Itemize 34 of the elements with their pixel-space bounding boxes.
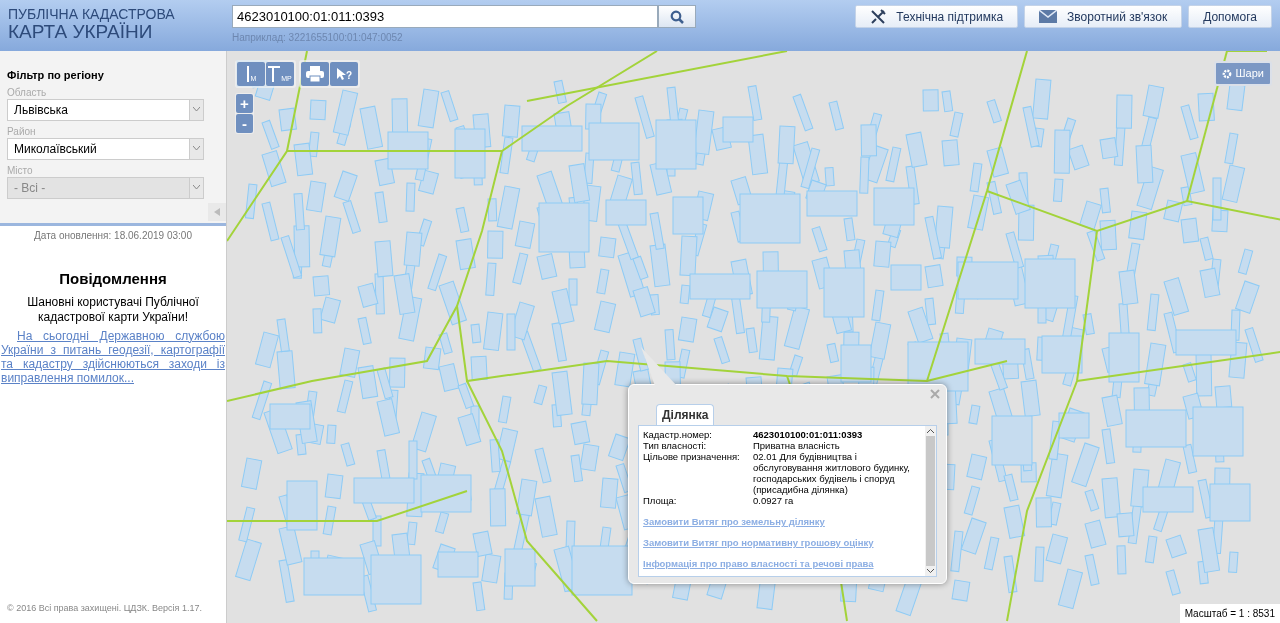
field-label: Місто <box>7 163 34 177</box>
field-label: Область <box>7 85 48 99</box>
region-select[interactable]: Миколаївський <box>7 137 204 160</box>
property-label: Кадастр.номер: <box>643 429 713 440</box>
update-date: Дата оновлення: 18.06.2019 03:00 <box>33 229 193 243</box>
map-scale: Масштаб = 1 : 8531 <box>1179 604 1280 623</box>
property-value: 02.01 Для будівництва і обслуговування житлового будинку, господарських будівель і споруд (присадибна ділянка) <box>753 451 911 495</box>
notice-greeting: Шановні користувачі Публічної кадастрової карти України! <box>26 294 200 325</box>
popup-tab[interactable]: Ділянка <box>656 404 715 425</box>
header-button[interactable]: Допомога <box>1188 5 1272 28</box>
property-label: Площа: <box>643 495 678 506</box>
extract-link[interactable]: Інформація про право власності та речові права <box>643 558 921 569</box>
zoom-button[interactable]: - <box>236 114 253 133</box>
notice-link[interactable]: На сьогодні Державною службою України з питань геодезії, картографії та кадастру здійснюються заходи із виправлення помилок... <box>0 328 226 385</box>
property-value: 4623010100:01:011:0393 <box>753 429 864 440</box>
field-label: Район <box>7 124 37 138</box>
property-label: Цільове призначення: <box>643 451 741 464</box>
copyright-text: © 2016 Всі права захищені. ЦДЗК. Версія 1.17. <box>6 603 203 614</box>
site-title: КАРТА УКРАЇНИ <box>8 22 153 42</box>
header-button[interactable]: Технічна підтримка <box>855 5 1019 28</box>
zoom-button[interactable]: + <box>236 94 253 113</box>
header-button[interactable]: Зворотний зв'язок <box>1024 5 1183 28</box>
property-value: 0.0927 га <box>753 495 795 506</box>
extract-link[interactable]: Замовити Витяг про нормативну грошову оцінку <box>643 537 921 548</box>
property-label: Тип власності: <box>643 440 708 451</box>
search-field[interactable]: 4623010100:01:011:0393 <box>232 5 658 28</box>
property-value: Приватна власність <box>753 440 841 451</box>
extract-link[interactable]: Замовити Витяг про земельну ділянку <box>643 516 921 527</box>
filter-title: Фільтр по регіону <box>7 68 105 83</box>
region-select[interactable]: Львівська <box>7 98 204 121</box>
map-tool-button[interactable]: ? <box>330 62 358 86</box>
site-subtitle: ПУБЛІЧНА КАДАСТРОВА <box>8 7 176 22</box>
notice-title: Повідомлення <box>58 269 168 289</box>
layers-button[interactable]: Шари <box>1213 61 1272 86</box>
